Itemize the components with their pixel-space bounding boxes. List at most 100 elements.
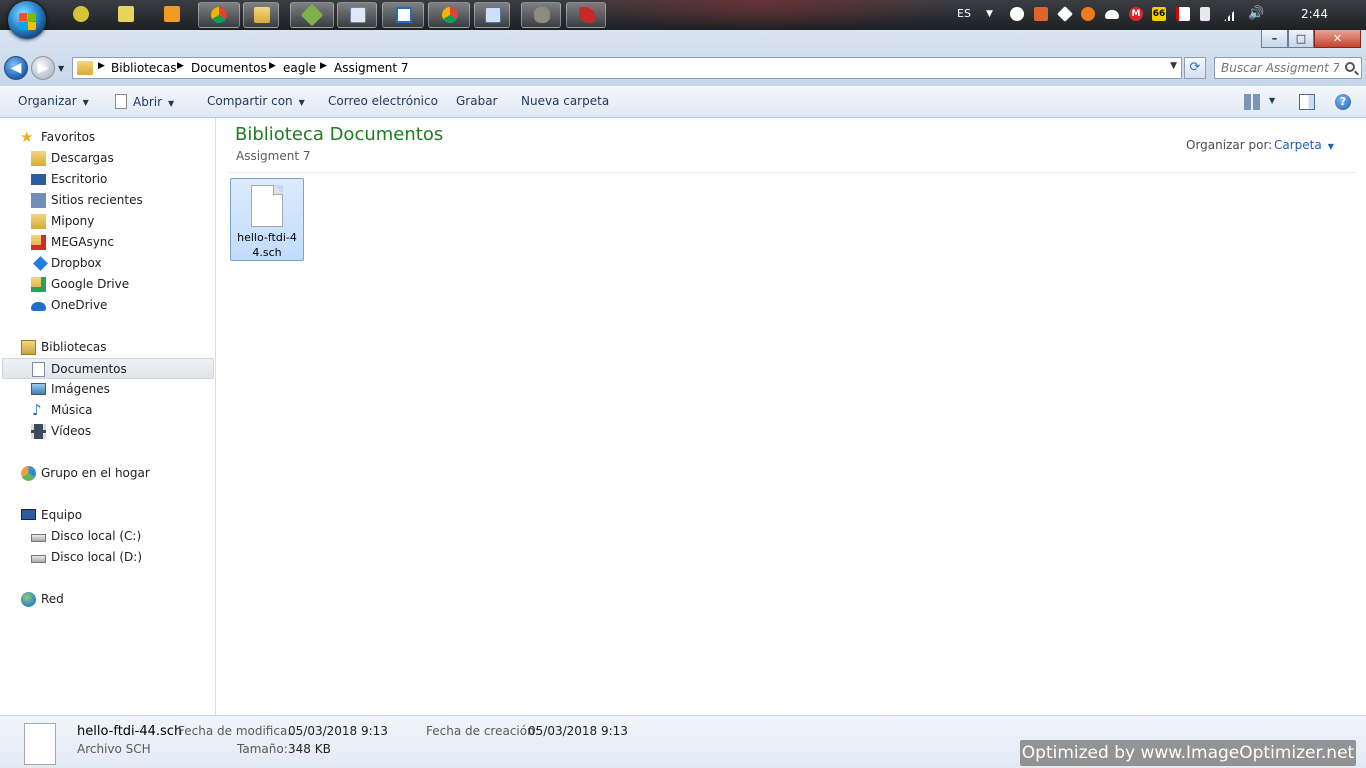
mega-icon[interactable]: M [1129, 7, 1143, 21]
close-button[interactable]: ✕ [1314, 30, 1361, 48]
taskbar-app-button-2[interactable] [382, 2, 424, 28]
nav-item-musica[interactable]: ♪ Música [2, 400, 214, 421]
nav-item-google-drive[interactable]: Google Drive [2, 274, 214, 295]
clock[interactable]: 2:44 [1301, 0, 1328, 30]
forward-button[interactable]: ▶ [31, 56, 55, 80]
search-icon[interactable] [1345, 62, 1355, 72]
taskbar-gimp-button[interactable] [521, 2, 561, 28]
open-button[interactable]: Abrir ▼ [115, 94, 174, 109]
burn-button[interactable]: Grabar [456, 94, 498, 108]
nav-item-imagenes[interactable]: Imágenes [2, 379, 214, 400]
nav-item-escritorio[interactable]: Escritorio [2, 169, 214, 190]
breadcrumb-bibliotecas[interactable]: Bibliotecas [111, 61, 176, 75]
file-list-area[interactable]: Biblioteca Documentos Assigment 7 Organi… [217, 118, 1366, 715]
breadcrumb-separator[interactable]: ▶ [320, 61, 327, 71]
breadcrumb-assigment-7[interactable]: Assigment 7 [334, 61, 409, 75]
organize-button[interactable]: Organizar ▼ [18, 94, 89, 108]
nav-item-documentos[interactable]: Documentos [2, 358, 214, 379]
pinned-notepad-icon[interactable] [118, 6, 134, 22]
nav-item-mipony[interactable]: Mipony [2, 211, 214, 232]
library-title: Biblioteca Documentos [235, 124, 444, 145]
back-button[interactable]: ◀ [4, 56, 28, 80]
address-dropdown-icon[interactable]: ▼ [1170, 61, 1177, 71]
details-type: Archivo SCH [77, 742, 151, 756]
breadcrumb-separator[interactable]: ▶ [177, 61, 184, 71]
taskbar-eagle-button[interactable] [566, 2, 606, 28]
taskbar-chrome-button[interactable] [198, 2, 240, 28]
orange-app-icon[interactable] [1034, 7, 1048, 21]
nav-item-disk-c[interactable]: Disco local (C:) [2, 526, 214, 547]
mega-folder-icon [31, 235, 46, 250]
dropbox-icon[interactable] [1057, 6, 1073, 22]
nav-item-onedrive[interactable]: OneDrive [2, 295, 214, 316]
help-icon[interactable]: ? [1335, 94, 1351, 110]
refresh-button[interactable]: ⟳ [1184, 57, 1206, 79]
search-input[interactable] [1221, 60, 1339, 76]
taskbar-explorer-button[interactable] [243, 2, 279, 28]
preview-pane-icon[interactable] [1299, 94, 1315, 110]
nav-item-disk-d[interactable]: Disco local (D:) [2, 547, 214, 568]
nav-homegroup[interactable]: Grupo en el hogar [2, 463, 214, 484]
recent-pages-dropdown[interactable]: ▼ [58, 64, 64, 73]
signal-icon[interactable] [1224, 7, 1238, 21]
taskbar-chrome-button-2[interactable] [428, 2, 470, 28]
library-subtitle: Assigment 7 [236, 149, 311, 163]
arrange-by-dropdown[interactable]: Carpeta ▼ [1274, 138, 1334, 152]
pinned-app-icon[interactable] [73, 6, 89, 22]
breadcrumb-separator[interactable]: ▶ [98, 61, 105, 71]
nav-item-sitios-recientes[interactable]: Sitios recientes [2, 190, 214, 211]
nav-item-dropbox[interactable]: Dropbox [2, 253, 214, 274]
chrome-icon [442, 7, 458, 23]
maximize-button[interactable]: □ [1288, 30, 1314, 48]
nav-item-videos[interactable]: Vídeos [2, 421, 214, 442]
language-indicator[interactable]: ES [957, 0, 971, 30]
view-dropdown-icon[interactable]: ▼ [1269, 96, 1275, 105]
chevron-down-icon: ▼ [298, 98, 305, 107]
details-modified-value[interactable]: 05/03/2018 9:13 [288, 724, 388, 738]
taskbar-document-button[interactable] [337, 2, 377, 28]
tray-expand-icon[interactable]: ▼ [986, 0, 993, 30]
media-player-icon[interactable] [164, 6, 180, 22]
nav-item-megasync[interactable]: MEGAsync [2, 232, 214, 253]
share-button[interactable]: Compartir con ▼ [207, 94, 305, 108]
avast-icon[interactable] [1081, 7, 1095, 21]
google-drive-icon [31, 277, 46, 292]
cloud-upload-icon[interactable] [1010, 7, 1024, 21]
file-icon [24, 723, 56, 765]
flag-error-icon[interactable] [1176, 7, 1190, 21]
minimize-button[interactable]: – [1261, 30, 1288, 48]
music-note-icon: ♪ [32, 401, 42, 419]
details-size-value: 348 KB [288, 742, 331, 756]
eagle-icon [579, 7, 595, 23]
new-folder-button[interactable]: Nueva carpeta [521, 94, 609, 108]
nav-network[interactable]: Red [2, 589, 214, 610]
onedrive-icon[interactable] [1105, 10, 1119, 19]
file-icon [251, 185, 283, 227]
start-button[interactable] [8, 1, 46, 39]
watermark: Optimized by www.ImageOptimizer.net [1020, 740, 1356, 766]
view-options-icon[interactable] [1244, 94, 1260, 110]
chevron-down-icon: ▼ [82, 98, 89, 107]
email-button[interactable]: Correo electrónico [328, 94, 438, 108]
breadcrumb-separator[interactable]: ▶ [269, 61, 276, 71]
search-box[interactable] [1214, 57, 1362, 79]
usb-device-icon[interactable] [1200, 7, 1210, 21]
nav-favorites[interactable]: ★ Favoritos [2, 127, 214, 148]
recent-places-icon [31, 193, 46, 208]
nav-computer[interactable]: Equipo [2, 505, 214, 526]
breadcrumb-documentos[interactable]: Documentos [191, 61, 267, 75]
explorer-icon [254, 7, 270, 23]
details-created-value: 05/03/2018 9:13 [528, 724, 628, 738]
file-item[interactable]: hello-ftdi-44.sch [230, 178, 304, 261]
taskbar-app-button[interactable] [290, 2, 334, 28]
counter-badge[interactable]: 66 [1152, 7, 1166, 21]
document-icon [115, 94, 127, 109]
breadcrumb-eagle[interactable]: eagle [283, 61, 316, 75]
documents-library-icon [32, 362, 45, 377]
volume-icon[interactable]: 🔊 [1248, 0, 1264, 30]
taskbar: ES ▼ M 66 🔊 2:44 [0, 0, 1366, 39]
nav-libraries[interactable]: Bibliotecas [2, 337, 214, 358]
nav-item-descargas[interactable]: Descargas [2, 148, 214, 169]
taskbar-window-button[interactable] [474, 2, 510, 28]
address-bar[interactable]: ▶ Bibliotecas ▶ Documentos ▶ eagle ▶ Ass… [72, 57, 1182, 79]
